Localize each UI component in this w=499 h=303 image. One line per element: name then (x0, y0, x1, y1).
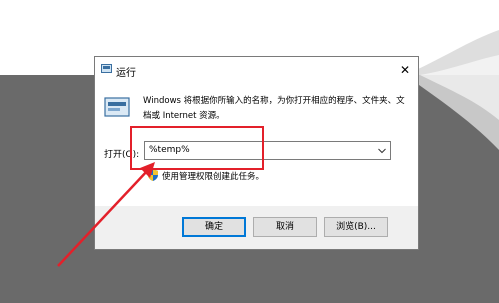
highlight-arrow (57, 162, 155, 267)
